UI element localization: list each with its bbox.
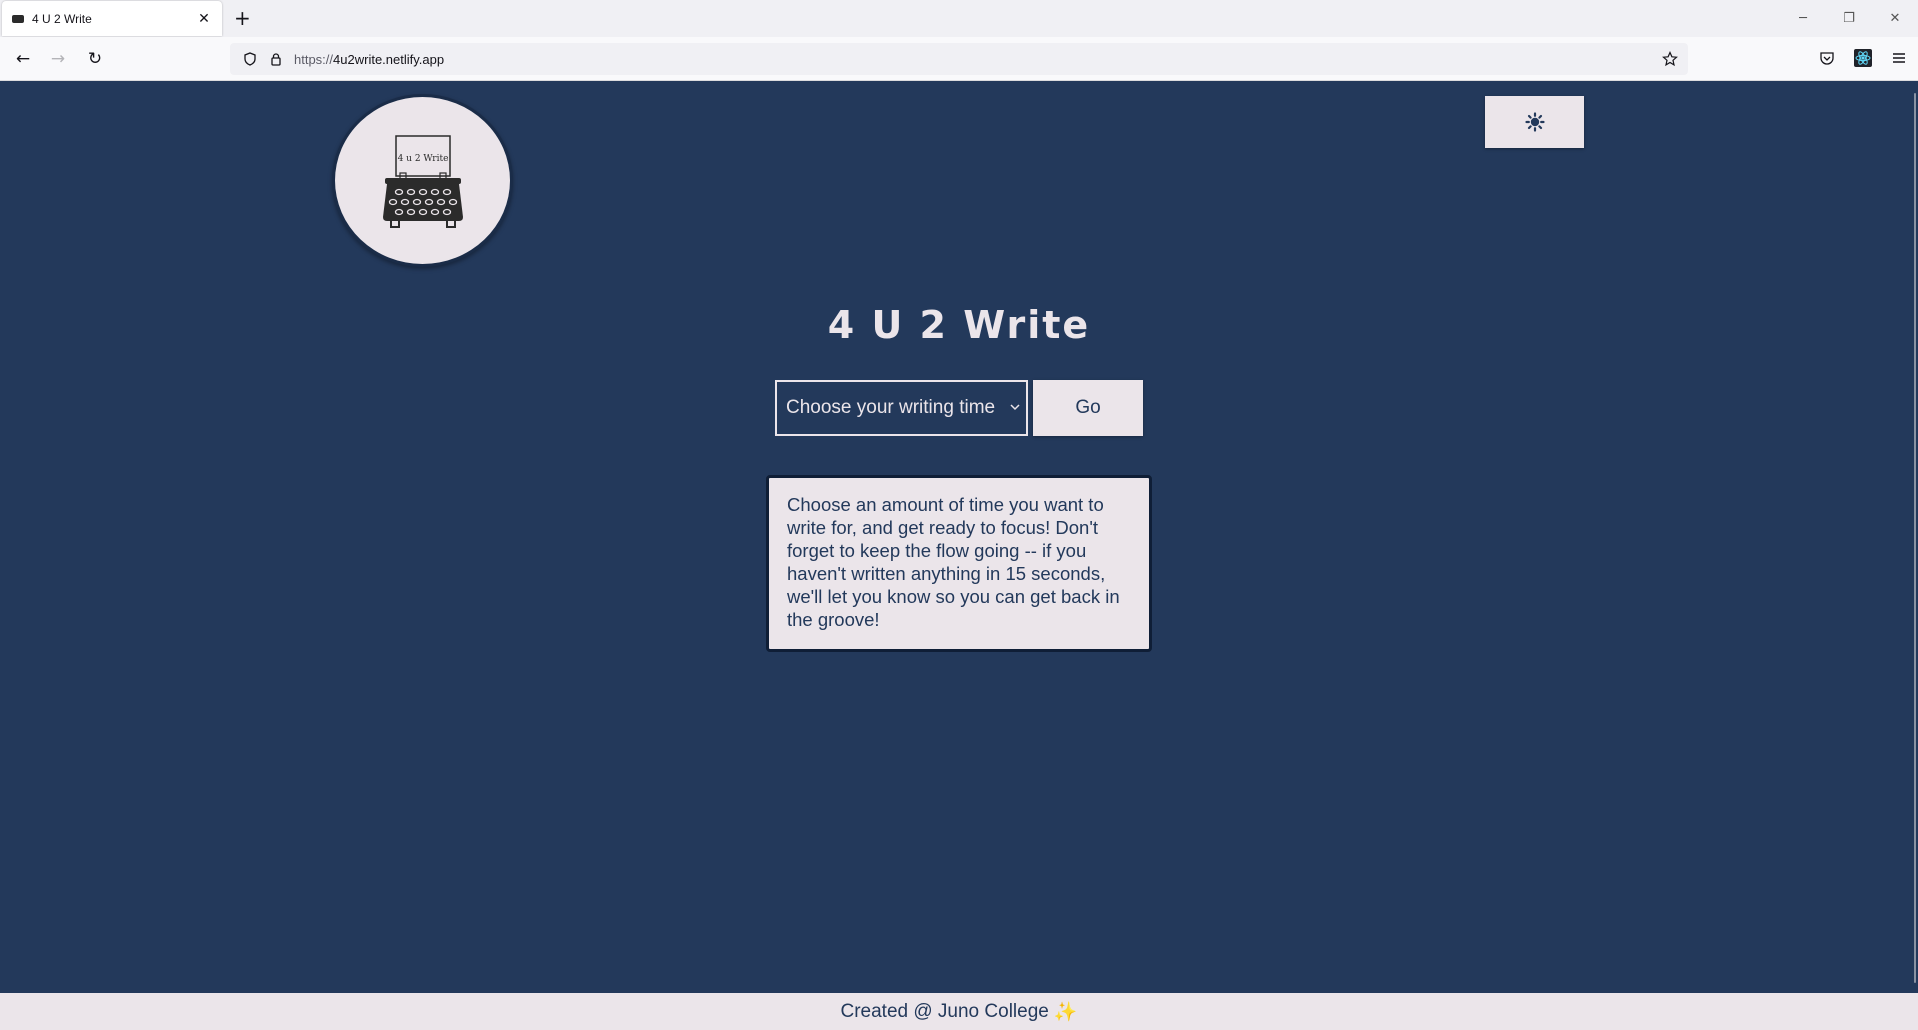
minimize-button[interactable]: ─ bbox=[1780, 0, 1826, 37]
writing-time-select[interactable]: Choose your writing time bbox=[775, 380, 1028, 436]
scrollbar[interactable] bbox=[1914, 93, 1916, 983]
lock-icon[interactable] bbox=[268, 51, 284, 67]
bookmark-star-icon[interactable] bbox=[1660, 49, 1680, 69]
tab-close-icon[interactable]: ✕ bbox=[196, 11, 212, 27]
restore-button[interactable]: ❐ bbox=[1826, 0, 1872, 37]
window-controls: ─ ❐ ✕ bbox=[1780, 0, 1918, 37]
menu-hamburger-icon[interactable] bbox=[1888, 47, 1910, 69]
back-button[interactable]: ← bbox=[11, 47, 35, 71]
sparkles-icon: ✨ bbox=[1053, 1001, 1078, 1023]
browser-tab-bar: 4 U 2 Write ✕ + ─ ❐ ✕ bbox=[0, 0, 1918, 37]
footer-text: Created @ Juno College bbox=[840, 1000, 1049, 1022]
page-title: 4 U 2 Write bbox=[827, 303, 1091, 347]
close-window-button[interactable]: ✕ bbox=[1872, 0, 1918, 37]
footer: Created @ Juno College ✨ bbox=[0, 993, 1918, 1030]
reload-button[interactable]: ↻ bbox=[83, 47, 107, 71]
chevron-down-icon bbox=[1010, 400, 1020, 414]
writing-time-select-value: Choose your writing time bbox=[786, 397, 996, 418]
url-scheme: https:// bbox=[294, 51, 334, 67]
new-tab-button[interactable]: + bbox=[234, 7, 251, 29]
page-content: 4 u 2 Write 4 U 2 Write Choose your writ… bbox=[0, 81, 1918, 993]
browser-tab[interactable]: 4 U 2 Write ✕ bbox=[2, 1, 222, 36]
forward-button[interactable]: → bbox=[46, 47, 70, 71]
url-host: 4u2write.netlify.app bbox=[333, 51, 445, 67]
tab-title: 4 U 2 Write bbox=[32, 11, 92, 26]
site-logo: 4 u 2 Write bbox=[332, 94, 513, 267]
instructions-box: Choose an amount of time you want to wri… bbox=[766, 475, 1152, 652]
theme-toggle-button[interactable] bbox=[1485, 96, 1584, 148]
tab-favicon-icon bbox=[12, 14, 24, 23]
pocket-icon[interactable] bbox=[1816, 47, 1838, 69]
typewriter-icon: 4 u 2 Write bbox=[382, 134, 463, 228]
url-bar[interactable]: https://4u2write.netlify.app bbox=[230, 43, 1688, 75]
shield-icon[interactable] bbox=[242, 51, 258, 67]
browser-nav-bar: ← → ↻ https://4u2write.netlify.app bbox=[0, 37, 1918, 81]
browser-toolbar-right bbox=[1816, 47, 1910, 69]
go-button[interactable]: Go bbox=[1033, 380, 1143, 436]
sun-icon bbox=[1524, 112, 1545, 132]
instructions-text: Choose an amount of time you want to wri… bbox=[787, 494, 1120, 630]
extension-react-icon[interactable] bbox=[1852, 47, 1874, 69]
url-text[interactable]: https://4u2write.netlify.app bbox=[294, 52, 444, 67]
logo-text: 4 u 2 Write bbox=[397, 154, 448, 164]
